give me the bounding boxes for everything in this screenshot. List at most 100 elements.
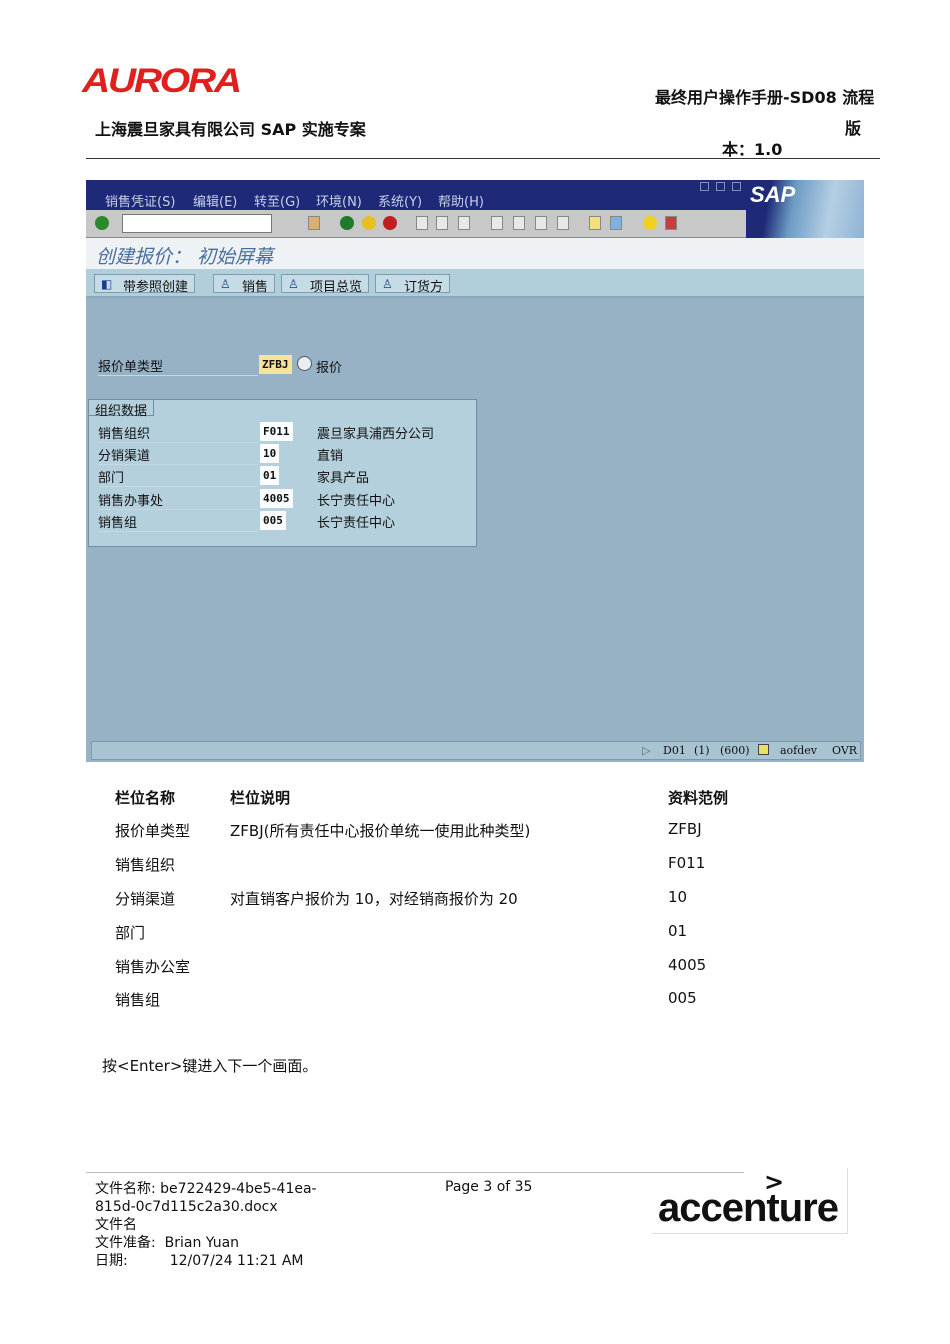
date: 12/07/24 11:21 AM xyxy=(169,1253,304,1269)
expand-status-icon[interactable]: ▷ xyxy=(642,744,650,757)
cell-example: 005 xyxy=(668,989,697,1007)
sales-group-input[interactable]: 005 xyxy=(260,511,286,530)
command-field[interactable] xyxy=(122,214,272,233)
person-icon: ♙ xyxy=(288,277,299,291)
cell-desc: 对直销客户报价为 10，对经销商报价为 20 xyxy=(230,890,518,908)
first-page-icon[interactable] xyxy=(491,216,503,230)
item-overview-button[interactable]: ♙ 项目总览 xyxy=(281,274,370,295)
cell-desc: ZFBJ(所有责任中心报价单统一使用此种类型) xyxy=(230,822,531,840)
menu-environment[interactable]: 环境(N) xyxy=(316,191,362,210)
exit-icon[interactable] xyxy=(362,216,376,230)
create-with-reference-button[interactable]: ◧ 带参照创建 xyxy=(94,274,196,295)
menu-edit[interactable]: 编辑(E) xyxy=(193,191,237,210)
date-label: 日期: xyxy=(95,1253,128,1269)
prepared-label: 文件准备: xyxy=(95,1235,156,1251)
cell-field: 销售办公室 xyxy=(115,958,191,976)
col-header-desc: 栏位说明 xyxy=(230,789,291,807)
sales-org-label: 销售组织 xyxy=(98,423,258,443)
sales-org-input[interactable]: F011 xyxy=(260,422,293,441)
create-session-icon[interactable] xyxy=(589,216,601,230)
menu-goto[interactable]: 转至(G) xyxy=(254,191,300,210)
copy-icon: ◧ xyxy=(101,277,113,291)
page-number: Page 3 of 35 xyxy=(445,1179,533,1195)
person-icon: ♙ xyxy=(382,277,393,291)
instruction-text: 按<Enter>键进入下一个画面。 xyxy=(102,1057,318,1075)
filename-suffix: 文件名 xyxy=(95,1217,137,1233)
cell-field: 部门 xyxy=(115,924,146,942)
cell-example: 10 xyxy=(668,888,688,906)
find-icon[interactable] xyxy=(436,216,448,230)
doc-title-cont: 版 xyxy=(845,119,862,138)
sales-group-desc: 长宁责任中心 xyxy=(317,516,396,531)
dist-channel-desc: 直销 xyxy=(317,449,344,464)
status-server: aofdev xyxy=(780,744,818,757)
save-icon[interactable] xyxy=(308,216,320,230)
cell-example: 01 xyxy=(668,922,688,940)
col-header-field: 栏位名称 xyxy=(115,789,176,807)
group-title: 组织数据 xyxy=(89,400,155,419)
sales-office-input[interactable]: 4005 xyxy=(260,489,293,508)
company-name: 上海震旦家具有限公司 SAP 实施专案 xyxy=(95,120,366,139)
status-session: (1) xyxy=(694,744,710,757)
division-desc: 家具产品 xyxy=(317,471,370,486)
sap-logo: SAP xyxy=(746,180,864,238)
sap-window: 销售凭证(S) 编辑(E) 转至(G) 环境(N) 系统(Y) 帮助(H) SA… xyxy=(86,180,864,762)
footer-divider xyxy=(86,1172,744,1173)
prev-page-icon[interactable] xyxy=(513,216,525,230)
filename-cont: 815d-0c7d115c2a30.docx xyxy=(95,1199,278,1215)
minimize-icon[interactable] xyxy=(700,182,709,191)
sold-to-party-button[interactable]: ♙ 订货方 xyxy=(375,274,451,295)
cell-field: 销售组织 xyxy=(115,856,176,874)
cell-example: F011 xyxy=(668,854,706,872)
menu-sales-doc[interactable]: 销售凭证(S) xyxy=(105,191,175,210)
back-icon[interactable] xyxy=(340,216,354,230)
shortcut-icon[interactable] xyxy=(610,216,622,230)
cell-example: 4005 xyxy=(668,956,707,974)
doc-title: 最终用户操作手册-SD08 流程 xyxy=(655,88,875,107)
aurora-logo: AURORA xyxy=(82,62,242,100)
filename: be722429-4be5-41ea- xyxy=(160,1181,317,1197)
prepared-by: Brian Yuan xyxy=(164,1235,240,1251)
org-data-group: 组织数据 销售组织 F011 震旦家具浦西分公司 分销渠道 10 直销 部门 0… xyxy=(88,399,477,547)
quote-type-label: 报价单类型 xyxy=(98,356,258,376)
quote-type-desc: 报价 xyxy=(316,361,343,376)
quote-type-input[interactable]: ZFBJ xyxy=(259,355,292,374)
cell-field: 报价单类型 xyxy=(115,822,191,840)
accenture-logo: > accenture xyxy=(652,1168,848,1234)
last-page-icon[interactable] xyxy=(557,216,569,230)
status-mode: OVR xyxy=(832,744,858,757)
doc-version: 本：1.0 xyxy=(722,140,783,159)
division-label: 部门 xyxy=(98,467,258,487)
dist-channel-label: 分销渠道 xyxy=(98,445,258,465)
cell-field: 分销渠道 xyxy=(115,890,176,908)
layout-menu-icon[interactable] xyxy=(665,216,677,230)
screen-title: 创建报价： 初始屏幕 xyxy=(86,238,864,269)
print-icon[interactable] xyxy=(416,216,428,230)
menu-system[interactable]: 系统(Y) xyxy=(378,191,422,210)
status-client: (600) xyxy=(720,744,750,757)
application-toolbar: ◧ 带参照创建 ♙ 销售 ♙ 项目总览 ♙ 订货方 xyxy=(86,269,864,298)
cell-field: 销售组 xyxy=(115,991,161,1009)
header-divider xyxy=(86,158,880,159)
sales-org-desc: 震旦家具浦西分公司 xyxy=(317,427,435,442)
status-info-icon[interactable] xyxy=(758,744,769,755)
value-help-icon[interactable] xyxy=(297,356,312,371)
status-bar: ▷ D01 (1) (600) aofdev OVR xyxy=(91,741,861,760)
division-input[interactable]: 01 xyxy=(260,466,280,485)
cancel-icon[interactable] xyxy=(383,216,397,230)
cell-example: ZFBJ xyxy=(668,820,702,838)
menu-help[interactable]: 帮助(H) xyxy=(438,191,484,210)
sales-office-label: 销售办事处 xyxy=(98,490,258,510)
find-next-icon[interactable] xyxy=(458,216,470,230)
footer-info: 文件名称: be722429-4be5-41ea- 815d-0c7d115c2… xyxy=(95,1180,317,1270)
close-icon[interactable] xyxy=(732,182,741,191)
dist-channel-input[interactable]: 10 xyxy=(260,444,280,463)
enter-icon[interactable] xyxy=(95,216,109,230)
sales-office-desc: 长宁责任中心 xyxy=(317,494,396,509)
standard-toolbar xyxy=(86,210,746,238)
restore-icon[interactable] xyxy=(716,182,725,191)
sales-button[interactable]: ♙ 销售 xyxy=(213,274,276,295)
help-icon[interactable] xyxy=(643,216,657,230)
next-page-icon[interactable] xyxy=(535,216,547,230)
person-icon: ♙ xyxy=(220,277,231,291)
